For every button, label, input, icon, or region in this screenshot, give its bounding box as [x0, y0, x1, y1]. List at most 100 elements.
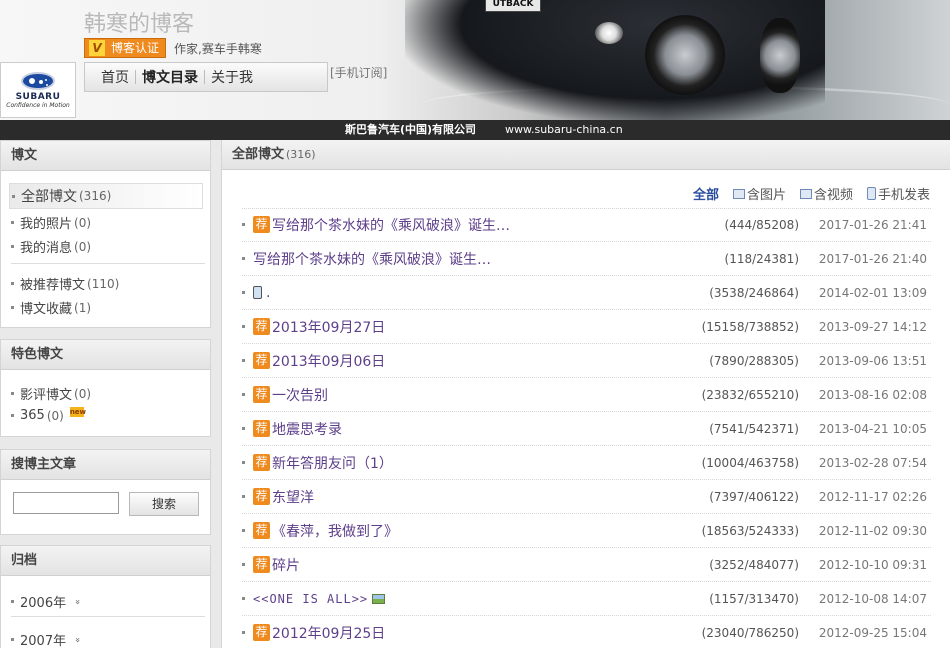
- bullet-icon: [11, 392, 14, 395]
- archive-item-label: 2007年: [20, 634, 67, 648]
- blog-title[interactable]: 韩寒的博客: [84, 6, 194, 38]
- phone-post-icon: [253, 286, 262, 299]
- post-title-link[interactable]: 《春萍，我做到了》: [272, 521, 398, 541]
- recommended-icon: 荐: [253, 420, 270, 437]
- recommended-icon: 荐: [253, 624, 270, 641]
- post-stats: (23832/655210): [701, 387, 799, 402]
- post-filters: 全部 含图片 含视频 手机发表: [693, 184, 930, 203]
- sidebar-item-recommended[interactable]: 被推荐博文 (110): [11, 274, 119, 293]
- filter-label: 含图片: [746, 188, 786, 203]
- recommended-icon: 荐: [253, 352, 270, 369]
- sponsor-bar[interactable]: 斯巴鲁汽车(中国)有限公司 www.subaru-china.cn: [0, 120, 950, 140]
- sidebar-item-count: (110): [87, 276, 120, 291]
- post-title-link[interactable]: 一次告别: [272, 385, 328, 405]
- post-title-link[interactable]: 东望洋: [272, 487, 314, 507]
- image-icon: [372, 593, 386, 604]
- nav-post-list[interactable]: 博文目录: [136, 67, 204, 87]
- post-date: 2013-09-06 13:51: [818, 353, 927, 368]
- car-foglight: [595, 22, 623, 44]
- archive-item-2006[interactable]: 2006年 »: [11, 592, 82, 611]
- filter-all[interactable]: 全部: [693, 184, 719, 203]
- sidebar-divider: [11, 263, 205, 264]
- sidebar-item-photos[interactable]: 我的照片 (0): [11, 213, 91, 232]
- post-title-link[interactable]: 2013年09月06日: [272, 351, 385, 371]
- image-icon: [732, 188, 745, 199]
- filter-mobile-posts[interactable]: 手机发表: [866, 184, 930, 203]
- mobile-subscribe-link[interactable]: [手机订阅]: [330, 64, 387, 81]
- post-title-link[interactable]: 写给那个茶水妹的《乘风破浪》诞生…: [272, 215, 510, 235]
- post-title-link[interactable]: 新年答朋友问（1）: [272, 453, 393, 473]
- archive-panel-heading: 归档: [1, 546, 210, 576]
- sidebar-item-favorites[interactable]: 博文收藏 (1): [11, 298, 91, 317]
- phone-icon: [866, 187, 876, 200]
- sponsor-url[interactable]: www.subaru-china.cn: [505, 120, 623, 140]
- search-panel-heading: 搜博主文章: [1, 450, 210, 480]
- post-title-link[interactable]: 写给那个茶水妹的《乘风破浪》诞生…: [253, 249, 491, 269]
- filter-with-video[interactable]: 含视频: [799, 184, 853, 203]
- post-date: 2017-01-26 21:41: [818, 217, 927, 232]
- bullet-icon: [242, 597, 245, 600]
- post-title-link[interactable]: 碎片: [272, 555, 300, 575]
- post-stats: (23040/786250): [701, 625, 799, 640]
- verify-v-icon: V: [89, 40, 105, 56]
- post-title-link[interactable]: .: [266, 285, 270, 301]
- nav-home[interactable]: 首页: [95, 67, 135, 87]
- post-date: 2013-02-28 07:54: [818, 455, 927, 470]
- post-row: 荐 2012年09月25日 (23040/786250) 2012-09-25 15:…: [242, 616, 931, 648]
- post-title-link[interactable]: 地震思考录: [272, 419, 342, 439]
- archive-item-label: 2006年: [20, 596, 67, 611]
- expand-chevron-icon[interactable]: »: [72, 637, 82, 643]
- post-list-main: 全部博文 (316) 全部 含图片 含视频 手机发表 荐写给那个茶水妹的《乘风破浪…: [221, 140, 950, 648]
- filter-label: 手机发表: [877, 188, 930, 203]
- car-plate: UTBACK: [485, 0, 541, 12]
- bullet-icon: [11, 221, 14, 224]
- sponsor-logo-tagline: Confidence in Motion: [6, 101, 70, 109]
- sidebar-item-all-posts[interactable]: 全部博文 (316): [9, 183, 203, 209]
- bullet-icon: [242, 291, 245, 294]
- recommended-icon: 荐: [253, 522, 270, 539]
- bullet-icon: [242, 393, 245, 396]
- archive-item-2007[interactable]: 2007年 »: [11, 630, 82, 648]
- sidebar-item-label: 我的照片: [20, 217, 73, 232]
- subaru-stars-icon: [21, 71, 55, 90]
- sponsor-logo[interactable]: SUBARU Confidence in Motion: [0, 62, 76, 118]
- recommended-icon: 荐: [253, 488, 270, 505]
- recommended-icon: 荐: [253, 386, 270, 403]
- post-row: 荐碎片 (3252/484077) 2012-10-10 09:31: [242, 548, 931, 582]
- sidebar-divider: [11, 616, 205, 617]
- sidebar-item-messages[interactable]: 我的消息 (0): [11, 237, 91, 256]
- post-title-link[interactable]: <<ONE IS ALL>>: [253, 592, 368, 606]
- filter-with-images[interactable]: 含图片: [732, 184, 786, 203]
- bullet-icon: [11, 414, 14, 417]
- car-wheel-rear: [760, 18, 800, 93]
- recommended-icon: 荐: [253, 318, 270, 335]
- sidebar-item-label: 影评博文: [20, 388, 73, 403]
- post-date: 2012-09-25 15:04: [818, 625, 927, 640]
- expand-chevron-icon[interactable]: »: [72, 599, 82, 605]
- sidebar-item-count: (1): [74, 300, 92, 315]
- recommended-icon: 荐: [253, 454, 270, 471]
- posts-panel: 博文 全部博文 (316) 我的照片 (0) 我的消息 (0) 被推荐博文 (1…: [0, 140, 211, 328]
- post-date: 2017-01-26 21:40: [818, 251, 927, 266]
- post-stats: (3252/484077): [709, 557, 799, 572]
- new-icon: new: [69, 406, 87, 417]
- search-button[interactable]: 搜索: [129, 492, 199, 516]
- main-heading-label: 全部博文: [232, 147, 285, 162]
- sponsor-company[interactable]: 斯巴鲁汽车(中国)有限公司: [345, 120, 476, 140]
- post-date: 2012-10-08 14:07: [818, 591, 927, 606]
- car-wheel-front: [645, 15, 725, 95]
- verify-badge[interactable]: V 博客认证: [84, 38, 167, 58]
- bullet-icon: [11, 245, 14, 248]
- post-title-link[interactable]: 2012年09月25日: [272, 623, 385, 643]
- sidebar-item-film-reviews[interactable]: 影评博文 (0): [11, 384, 91, 403]
- post-title-link[interactable]: 2013年09月27日: [272, 317, 385, 337]
- blog-nav: 首页 博文目录 关于我: [84, 62, 328, 92]
- bullet-icon: [242, 427, 245, 430]
- search-input[interactable]: [13, 492, 119, 514]
- post-row: <<ONE IS ALL>> (1157/313470) 2012-10-08 14…: [242, 582, 931, 616]
- nav-about[interactable]: 关于我: [205, 67, 259, 87]
- bullet-icon: [12, 194, 15, 198]
- post-row: 荐新年答朋友问（1） (10004/463758) 2013-02-28 07:54: [242, 446, 931, 480]
- filter-label: 全部: [692, 188, 719, 203]
- sidebar-item-365[interactable]: 365 (0) new: [11, 406, 87, 423]
